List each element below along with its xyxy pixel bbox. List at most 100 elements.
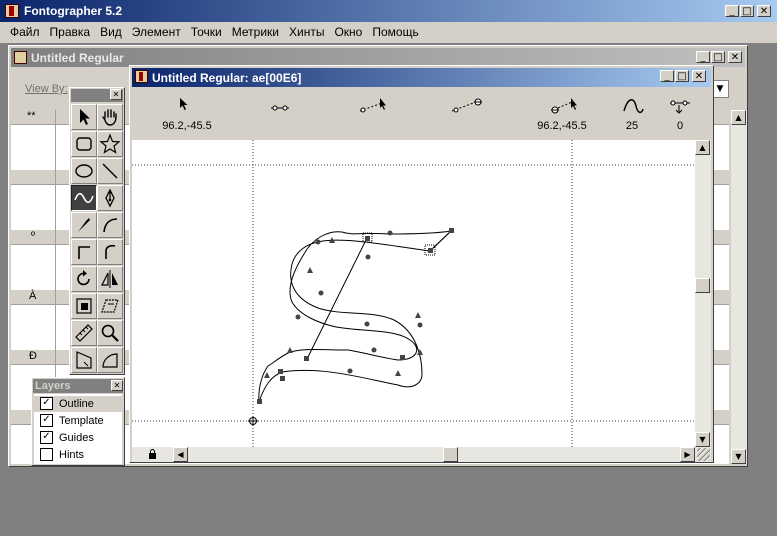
layer-hints[interactable]: Hints xyxy=(40,447,84,463)
layer-outline-checkbox[interactable]: ✓ xyxy=(40,396,53,410)
tool-corner-point[interactable] xyxy=(71,239,97,265)
tool-scale[interactable] xyxy=(71,293,97,319)
glyph-window-minimize-button[interactable]: _ xyxy=(660,70,674,82)
glyph-scroll-down-button[interactable]: ▼ xyxy=(695,432,710,447)
menu-element[interactable]: Элемент xyxy=(127,22,186,42)
corner-point-icon xyxy=(78,246,90,259)
font-window-close-button[interactable]: ✕ xyxy=(728,51,742,63)
font-scroll-up-button[interactable]: ▲ xyxy=(731,110,746,125)
point-coords: 96.2,-45.5 xyxy=(537,120,587,132)
tool-tangent-point[interactable] xyxy=(97,239,123,265)
ruler-icon xyxy=(75,324,93,342)
menu-metrics[interactable]: Метрики xyxy=(227,22,284,42)
hand-icon xyxy=(102,109,117,126)
tool-pen[interactable] xyxy=(97,185,123,211)
glyph-scroll-right-button[interactable]: ▶ xyxy=(680,447,695,462)
app-close-button[interactable]: ✕ xyxy=(757,5,771,17)
app-titlebar: Fontographer 5.2 xyxy=(0,0,777,22)
tool-pointer[interactable] xyxy=(71,104,97,130)
tool-round-corner[interactable] xyxy=(97,347,123,373)
tool-measure[interactable] xyxy=(71,320,97,346)
reflect-icon xyxy=(101,270,118,288)
layer-guides-checkbox[interactable]: ✓ xyxy=(40,430,53,444)
menu-points[interactable]: Точки xyxy=(186,22,227,42)
glyph-row-label: À xyxy=(29,290,37,302)
layer-hints-checkbox[interactable] xyxy=(40,447,53,461)
app-minimize-button[interactable]: _ xyxy=(725,5,739,17)
tool-skew[interactable] xyxy=(97,293,123,319)
pen-nib-icon xyxy=(105,188,115,208)
tool-curve-point[interactable] xyxy=(97,212,123,238)
point-distance-icon xyxy=(271,105,289,111)
layers-close-button[interactable]: ✕ xyxy=(111,380,123,391)
layer-template-checkbox[interactable]: ✓ xyxy=(40,413,53,427)
quarter-circle-icon xyxy=(102,353,118,368)
tool-perspective[interactable] xyxy=(71,347,97,373)
glyph-window-icon xyxy=(135,70,148,83)
font-window-minimize-button[interactable]: _ xyxy=(696,51,710,63)
glyph-outline-drawing xyxy=(132,140,695,447)
glyph-scroll-up-button[interactable]: ▲ xyxy=(695,140,710,155)
glyph-vscroll-thumb[interactable] xyxy=(695,278,710,293)
scale-icon xyxy=(76,298,92,314)
layers-palette: Layers ✕ ✓ Outline ✓ Template ✓ Guides Hint… xyxy=(31,377,125,466)
lock-icon[interactable] xyxy=(148,449,157,459)
knife-icon xyxy=(78,218,90,232)
tool-star[interactable] xyxy=(97,131,123,157)
glyph-window: Untitled Regular: ae[00E6] _ □ ✕ 96.2,-4… xyxy=(129,65,714,463)
layer-hints-label: Hints xyxy=(59,449,85,461)
line-icon xyxy=(102,163,118,179)
layers-titlebar[interactable]: Layers xyxy=(33,379,123,393)
star-icon xyxy=(99,133,121,154)
glyph-window-maximize-button[interactable]: □ xyxy=(675,70,689,82)
glyph-vscroll[interactable]: ▲ ▼ xyxy=(695,140,711,447)
freehand-icon xyxy=(74,192,94,204)
font-window-maximize-button[interactable]: □ xyxy=(711,51,725,63)
tool-line[interactable] xyxy=(97,158,123,184)
angle-line-icon xyxy=(359,98,386,113)
app-title: Fontographer 5.2 xyxy=(24,4,123,18)
layer-outline[interactable]: ✓ Outline xyxy=(40,396,94,412)
curve-tension-icon xyxy=(623,99,644,114)
app-maximize-button[interactable]: □ xyxy=(740,5,754,17)
tool-hand[interactable] xyxy=(97,104,123,130)
font-scroll-down-button[interactable]: ▼ xyxy=(731,449,746,464)
glyph-row-label: Ð xyxy=(29,350,37,362)
glyph-scroll-left-button[interactable]: ◀ xyxy=(173,447,188,462)
layer-template-label: Template xyxy=(59,415,104,427)
menu-window[interactable]: Окно xyxy=(329,22,367,42)
tangent-point-icon xyxy=(105,244,116,259)
toolbox-close-button[interactable]: ✕ xyxy=(110,89,122,100)
tool-ellipse[interactable] xyxy=(71,158,97,184)
tool-freehand[interactable] xyxy=(71,185,97,211)
menu-file[interactable]: Файл xyxy=(5,22,45,42)
tool-knife[interactable] xyxy=(71,212,97,238)
menu-view[interactable]: Вид xyxy=(95,22,127,42)
glyph-hscroll-thumb[interactable] xyxy=(443,447,458,462)
menu-edit[interactable]: Правка xyxy=(45,22,96,42)
font-window-vscroll[interactable]: ▲ ▼ xyxy=(731,110,747,464)
layer-template[interactable]: ✓ Template xyxy=(40,413,104,429)
perspective-icon xyxy=(76,351,92,369)
toolbox-palette: ✕ xyxy=(69,87,125,375)
tool-rectangle[interactable] xyxy=(71,131,97,157)
rounded-rect-icon xyxy=(76,137,92,151)
glyph-window-close-button[interactable]: ✕ xyxy=(692,70,706,82)
skew-icon xyxy=(101,299,119,313)
tool-zoom[interactable] xyxy=(97,320,123,346)
rotate-icon xyxy=(77,270,90,286)
curve-point-icon xyxy=(103,218,118,233)
app-icon xyxy=(5,4,19,18)
resize-grip[interactable] xyxy=(697,448,710,461)
tool-reflect[interactable] xyxy=(97,266,123,292)
glyph-canvas[interactable] xyxy=(132,140,695,447)
view-by-label[interactable]: View By: xyxy=(25,83,68,95)
menu-help[interactable]: Помощь xyxy=(367,22,423,42)
glyph-bottom-bar: ◀ ▶ xyxy=(132,447,711,462)
layers-list: ✓ Outline ✓ Template ✓ Guides Hints xyxy=(34,394,122,464)
glyph-row-label: ** xyxy=(27,110,36,122)
pointer-coords: 96.2,-45.5 xyxy=(162,120,212,132)
menu-hints[interactable]: Хинты xyxy=(284,22,329,42)
layer-guides[interactable]: ✓ Guides xyxy=(40,430,94,446)
tool-rotate[interactable] xyxy=(71,266,97,292)
